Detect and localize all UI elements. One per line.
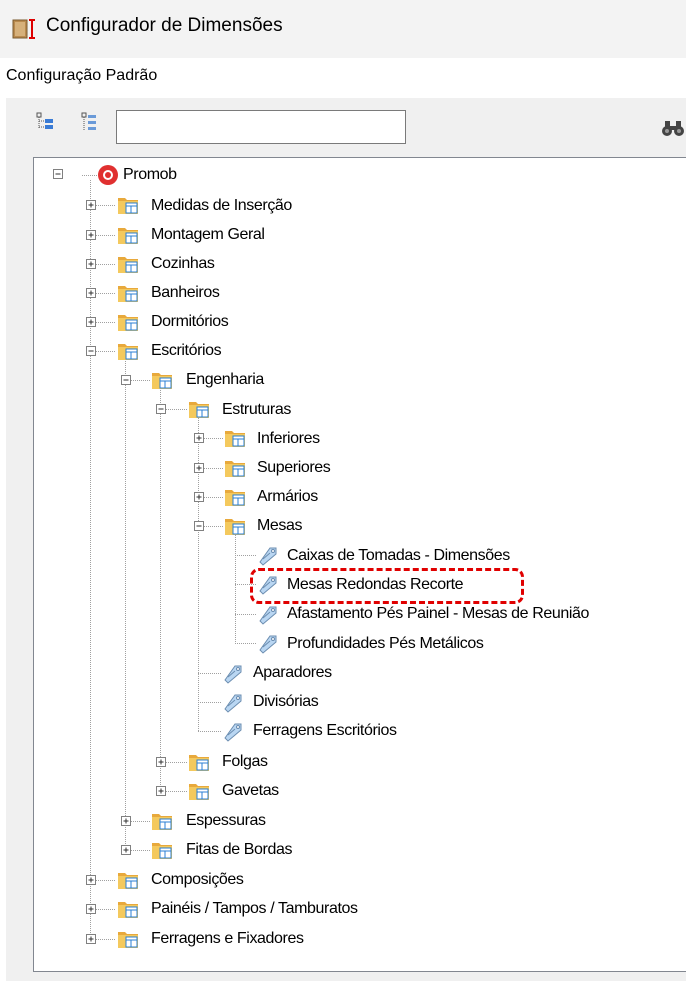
expand-toggle[interactable] [86,934,96,944]
collapse-toggle[interactable] [156,404,166,414]
expand-toggle[interactable] [121,816,131,826]
collapse-toggle[interactable] [194,521,204,531]
tree-node-inferiores[interactable]: Inferiores [257,430,320,448]
expand-toggle[interactable] [194,492,204,502]
tree-node-fitas-bordas[interactable]: Fitas de Bordas [186,841,292,859]
expand-toggle[interactable] [86,200,96,210]
tree-node-dormitorios[interactable]: Dormitórios [151,313,229,331]
tree-node-medidas-insercao[interactable]: Medidas de Inserção [151,197,292,215]
tree-leaf-divisorias[interactable]: Divisórias [253,693,319,711]
expand-toggle[interactable] [156,786,166,796]
expand-toggle[interactable] [194,433,204,443]
tree-leaf-profundidades[interactable]: Profundidades Pés Metálicos [287,635,484,653]
tree-expanders [53,169,204,944]
expand-toggle[interactable] [194,463,204,473]
collapse-toggle[interactable] [86,346,96,356]
tree-node-engenharia[interactable]: Engenharia [186,371,264,389]
tree-leaf-aparadores[interactable]: Aparadores [253,664,332,682]
tree-node-montagem-geral[interactable]: Montagem Geral [151,226,265,244]
tree-node-mesas[interactable]: Mesas [257,517,303,535]
tree-leaf-caixas-tomadas[interactable]: Caixas de Tomadas - Dimensões [287,547,510,565]
tree-leaf-afastamento[interactable]: Afastamento Pés Painel - Mesas de Reuniã… [287,605,589,623]
tree-node-paineis[interactable]: Painéis / Tampos / Tamburatos [151,900,358,918]
tree-leaf-ferragens-escritorios[interactable]: Ferragens Escritórios [253,722,397,740]
expand-toggle[interactable] [86,904,96,914]
tree-node-ferragens-fixadores[interactable]: Ferragens e Fixadores [151,930,304,948]
expand-toggle[interactable] [121,845,131,855]
tree-root-promob[interactable]: Promob [123,166,177,184]
tree-node-gavetas[interactable]: Gavetas [222,782,279,800]
tree-node-superiores[interactable]: Superiores [257,459,331,477]
tree-node-escritorios[interactable]: Escritórios [151,342,222,360]
expand-toggle[interactable] [86,288,96,298]
expand-toggle[interactable] [156,757,166,767]
tree-node-estruturas[interactable]: Estruturas [222,401,291,419]
expand-toggle[interactable] [86,317,96,327]
expand-toggle[interactable] [86,230,96,240]
tree-node-cozinhas[interactable]: Cozinhas [151,255,215,273]
tree-node-folgas[interactable]: Folgas [222,753,268,771]
tree-node-armarios[interactable]: Armários [257,488,318,506]
tree-node-banheiros[interactable]: Banheiros [151,284,220,302]
collapse-toggle[interactable] [53,169,63,179]
collapse-toggle[interactable] [121,375,131,385]
tree-leaf-mesas-redondas-recorte[interactable]: Mesas Redondas Recorte [287,576,464,594]
expand-toggle[interactable] [86,875,96,885]
tree-node-espessuras[interactable]: Espessuras [186,812,266,830]
expand-toggle[interactable] [86,259,96,269]
tree-node-composicoes[interactable]: Composições [151,871,244,889]
